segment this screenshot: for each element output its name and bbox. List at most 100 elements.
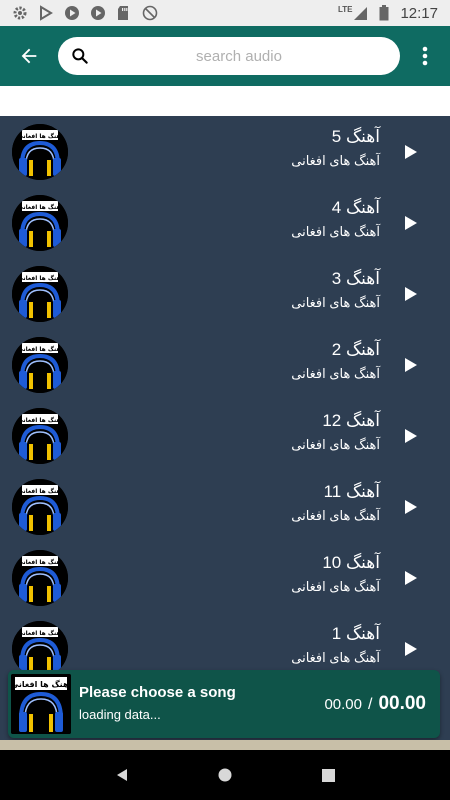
song-text: آهنگ 1 آهنگ های افغانی — [291, 623, 380, 669]
network-type: LTE — [337, 5, 353, 14]
song-title: آهنگ 11 — [323, 482, 380, 501]
blocked-icon — [142, 5, 158, 21]
song-subtitle: آهنگ های افغانی — [291, 508, 380, 523]
bottom-strip — [0, 740, 450, 750]
song-subtitle: آهنگ های افغانی — [291, 650, 380, 665]
song-subtitle: آهنگ های افغانی — [291, 224, 380, 239]
play-button[interactable] — [404, 570, 418, 586]
play-button[interactable] — [404, 144, 418, 160]
play-icon — [405, 642, 417, 656]
play-icon — [405, 145, 417, 159]
play-icon — [405, 429, 417, 443]
nav-home-button[interactable] — [210, 760, 240, 790]
song-title: آهنگ 5 — [331, 127, 380, 146]
song-thumbnail: آهنگ ها افغانی — [12, 194, 68, 251]
arrow-back-icon — [21, 48, 37, 64]
battery-icon — [376, 5, 392, 21]
nav-home-icon — [218, 768, 232, 782]
thumbnail-label: آهنگ ها افغانی — [17, 486, 63, 495]
song-title: آهنگ 1 — [331, 624, 380, 643]
song-thumbnail: آهنگ ها افغانی — [12, 620, 68, 676]
song-subtitle: آهنگ های افغانی — [291, 153, 380, 168]
back-button[interactable] — [0, 26, 58, 86]
song-item[interactable]: آهنگ ها افغانی آهنگ 1 آهنگ های افغانی — [0, 613, 450, 676]
thumbnail-label: آهنگ ها افغانی — [17, 344, 63, 353]
song-item[interactable]: آهنگ ها افغانی آهنگ 2 آهنگ های افغانی — [0, 329, 450, 400]
mini-player[interactable]: آهنگ ها افغانی Please choose a song load… — [8, 670, 440, 738]
song-text: آهنگ 11 آهنگ های افغانی — [291, 481, 380, 527]
play-button[interactable] — [404, 357, 418, 373]
song-item[interactable]: آهنگ ها افغانی آهنگ 5 آهنگ های افغانی — [0, 116, 450, 187]
song-thumbnail: آهنگ ها افغانی — [12, 407, 68, 464]
system-icons: LTE 12:17 — [338, 5, 438, 22]
player-time: 00.00 / 00.00 — [324, 693, 426, 715]
song-text: آهنگ 3 آهنگ های افغانی — [291, 268, 380, 314]
nav-back-button[interactable] — [107, 760, 137, 790]
play-icon — [405, 358, 417, 372]
nav-back-icon — [116, 769, 127, 781]
system-nav-bar — [0, 750, 450, 800]
notification-icons — [12, 5, 158, 21]
play-circle-icon — [64, 5, 80, 21]
sd-card-icon — [116, 5, 132, 21]
search-bar[interactable] — [58, 37, 400, 75]
nav-recents-button[interactable] — [313, 760, 343, 790]
thumbnail-label: آهنگ ها افغانی — [11, 679, 71, 689]
play-circle-icon — [90, 5, 106, 21]
song-item[interactable]: آهنگ ها افغانی آهنگ 11 آهنگ های افغانی — [0, 471, 450, 542]
player-info: Please choose a song loading data... — [79, 683, 236, 725]
play-icon — [405, 500, 417, 514]
thumbnail-label: آهنگ ها افغانی — [17, 628, 63, 637]
thumbnail-label: آهنگ ها افغانی — [17, 273, 63, 282]
thumbnail-label: آهنگ ها افغانی — [17, 131, 63, 140]
more-vert-icon — [422, 46, 428, 66]
settings-icon — [12, 5, 28, 21]
search-icon — [70, 46, 90, 66]
lte-signal-icon: LTE — [338, 5, 369, 21]
play-store-icon — [38, 5, 54, 21]
time-separator: / — [368, 696, 373, 713]
thumbnail-label: آهنگ ها افغانی — [17, 415, 63, 424]
overflow-menu-button[interactable] — [400, 26, 450, 86]
song-item[interactable]: آهنگ ها افغانی آهنگ 4 آهنگ های افغانی — [0, 187, 450, 258]
play-button[interactable] — [404, 641, 418, 657]
play-icon — [405, 216, 417, 230]
song-title: آهنگ 12 — [322, 411, 380, 430]
song-title: آهنگ 3 — [331, 269, 380, 288]
duration-time: 00.00 — [378, 693, 426, 714]
app-screen: LTE 12:17 آهنگ ها افغانی آهنگ 5 آهنگ های ا… — [0, 0, 450, 800]
app-bar — [0, 26, 450, 86]
nav-recents-icon — [321, 768, 335, 782]
play-button[interactable] — [404, 499, 418, 515]
search-input[interactable] — [90, 47, 388, 65]
song-text: آهنگ 12 آهنگ های افغانی — [291, 410, 380, 456]
song-thumbnail: آهنگ ها افغانی — [12, 336, 68, 393]
play-icon — [405, 287, 417, 301]
song-text: آهنگ 4 آهنگ های افغانی — [291, 197, 380, 243]
player-album-art: آهنگ ها افغانی — [11, 674, 71, 734]
song-text: آهنگ 2 آهنگ های افغانی — [291, 339, 380, 385]
song-subtitle: آهنگ های افغانی — [291, 437, 380, 452]
play-icon — [405, 571, 417, 585]
clock: 12:17 — [400, 4, 438, 22]
song-item[interactable]: آهنگ ها افغانی آهنگ 3 آهنگ های افغانی — [0, 258, 450, 329]
song-text: آهنگ 5 آهنگ های افغانی — [291, 126, 380, 172]
player-status: loading data... — [79, 707, 161, 722]
song-item[interactable]: آهنگ ها افغانی آهنگ 12 آهنگ های افغانی — [0, 400, 450, 471]
song-thumbnail: آهنگ ها افغانی — [12, 549, 68, 606]
play-button[interactable] — [404, 286, 418, 302]
song-subtitle: آهنگ های افغانی — [291, 366, 380, 381]
header-spacer — [0, 86, 450, 116]
song-thumbnail: آهنگ ها افغانی — [12, 265, 68, 322]
play-button[interactable] — [404, 428, 418, 444]
song-text: آهنگ 10 آهنگ های افغانی — [291, 552, 380, 598]
song-thumbnail: آهنگ ها افغانی — [12, 123, 68, 180]
song-item[interactable]: آهنگ ها افغانی آهنگ 10 آهنگ های افغانی — [0, 542, 450, 613]
song-subtitle: آهنگ های افغانی — [291, 295, 380, 310]
song-list: آهنگ ها افغانی آهنگ 5 آهنگ های افغانی آهنگ … — [0, 116, 450, 676]
song-title: آهنگ 4 — [331, 198, 380, 217]
song-title: آهنگ 10 — [322, 553, 380, 572]
song-thumbnail: آهنگ ها افغانی — [12, 478, 68, 535]
play-button[interactable] — [404, 215, 418, 231]
thumbnail-label: آهنگ ها افغانی — [17, 557, 63, 566]
